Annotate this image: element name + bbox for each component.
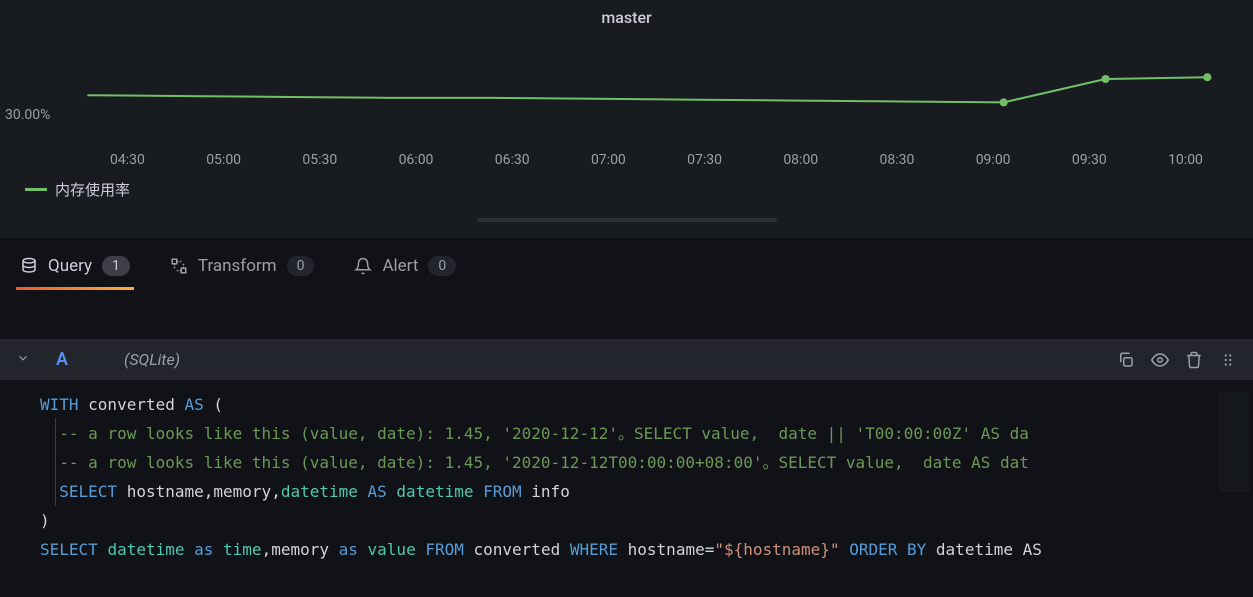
tab-alert[interactable]: Alert 0 xyxy=(354,256,456,288)
query-actions xyxy=(1117,351,1237,369)
scroll-indicator[interactable] xyxy=(477,218,777,222)
bell-icon xyxy=(354,257,372,275)
tab-query-badge: 1 xyxy=(102,256,130,276)
x-tick: 08:00 xyxy=(783,152,818,168)
tab-query[interactable]: Query 1 xyxy=(20,256,130,288)
tab-query-label: Query xyxy=(48,256,92,276)
chart-panel: master 30.00% 04:3005:0005:3006:0006:300… xyxy=(0,0,1253,238)
x-tick: 06:30 xyxy=(495,152,530,168)
x-tick: 04:30 xyxy=(110,152,145,168)
x-tick: 10:00 xyxy=(1168,152,1203,168)
line-chart-svg xyxy=(0,47,1233,147)
x-tick: 07:30 xyxy=(687,152,722,168)
query-row-header: A (SQLite) xyxy=(0,339,1253,380)
y-axis-label: 30.00% xyxy=(5,107,50,123)
x-tick: 09:30 xyxy=(1072,152,1107,168)
datasource-label[interactable]: (SQLite) xyxy=(124,350,180,369)
eye-icon[interactable] xyxy=(1151,351,1169,369)
x-tick: 06:00 xyxy=(399,152,434,168)
legend-label: 内存使用率 xyxy=(55,179,130,200)
transform-icon xyxy=(170,257,188,275)
x-tick: 08:30 xyxy=(880,152,915,168)
copy-icon[interactable] xyxy=(1117,351,1135,369)
spacer xyxy=(0,289,1253,339)
tab-transform-badge: 0 xyxy=(287,256,315,276)
trash-icon[interactable] xyxy=(1185,351,1203,369)
sql-code-editor[interactable]: WITH converted AS ( -- a row looks like … xyxy=(0,380,1253,574)
x-tick: 05:30 xyxy=(302,152,337,168)
x-tick: 09:00 xyxy=(976,152,1011,168)
query-letter[interactable]: A xyxy=(56,349,68,370)
tab-alert-badge: 0 xyxy=(428,256,456,276)
database-icon xyxy=(20,257,38,275)
drag-handle-icon[interactable] xyxy=(1219,351,1237,369)
chart-area[interactable]: 30.00% 04:30 05:00 05:30 06:00 06:30 07:00 07:… xyxy=(0,47,1253,167)
x-axis: 04:30 05:00 05:30 06:00 06:30 07:00 07:30 08:00… xyxy=(0,147,1233,168)
tab-alert-label: Alert xyxy=(382,256,418,276)
tab-transform[interactable]: Transform 0 xyxy=(170,256,315,288)
tab-transform-label: Transform xyxy=(198,256,277,276)
panel-title: master xyxy=(0,8,1253,27)
x-tick: 07:00 xyxy=(591,152,626,168)
tabs-row: Query 1 Transform 0 Alert 0 xyxy=(0,238,1253,289)
x-tick: 05:00 xyxy=(206,152,241,168)
legend-color-swatch xyxy=(25,188,47,191)
legend[interactable]: 内存使用率 xyxy=(0,167,1253,200)
code-minimap[interactable] xyxy=(1219,392,1249,492)
chevron-down-icon[interactable] xyxy=(16,351,30,369)
